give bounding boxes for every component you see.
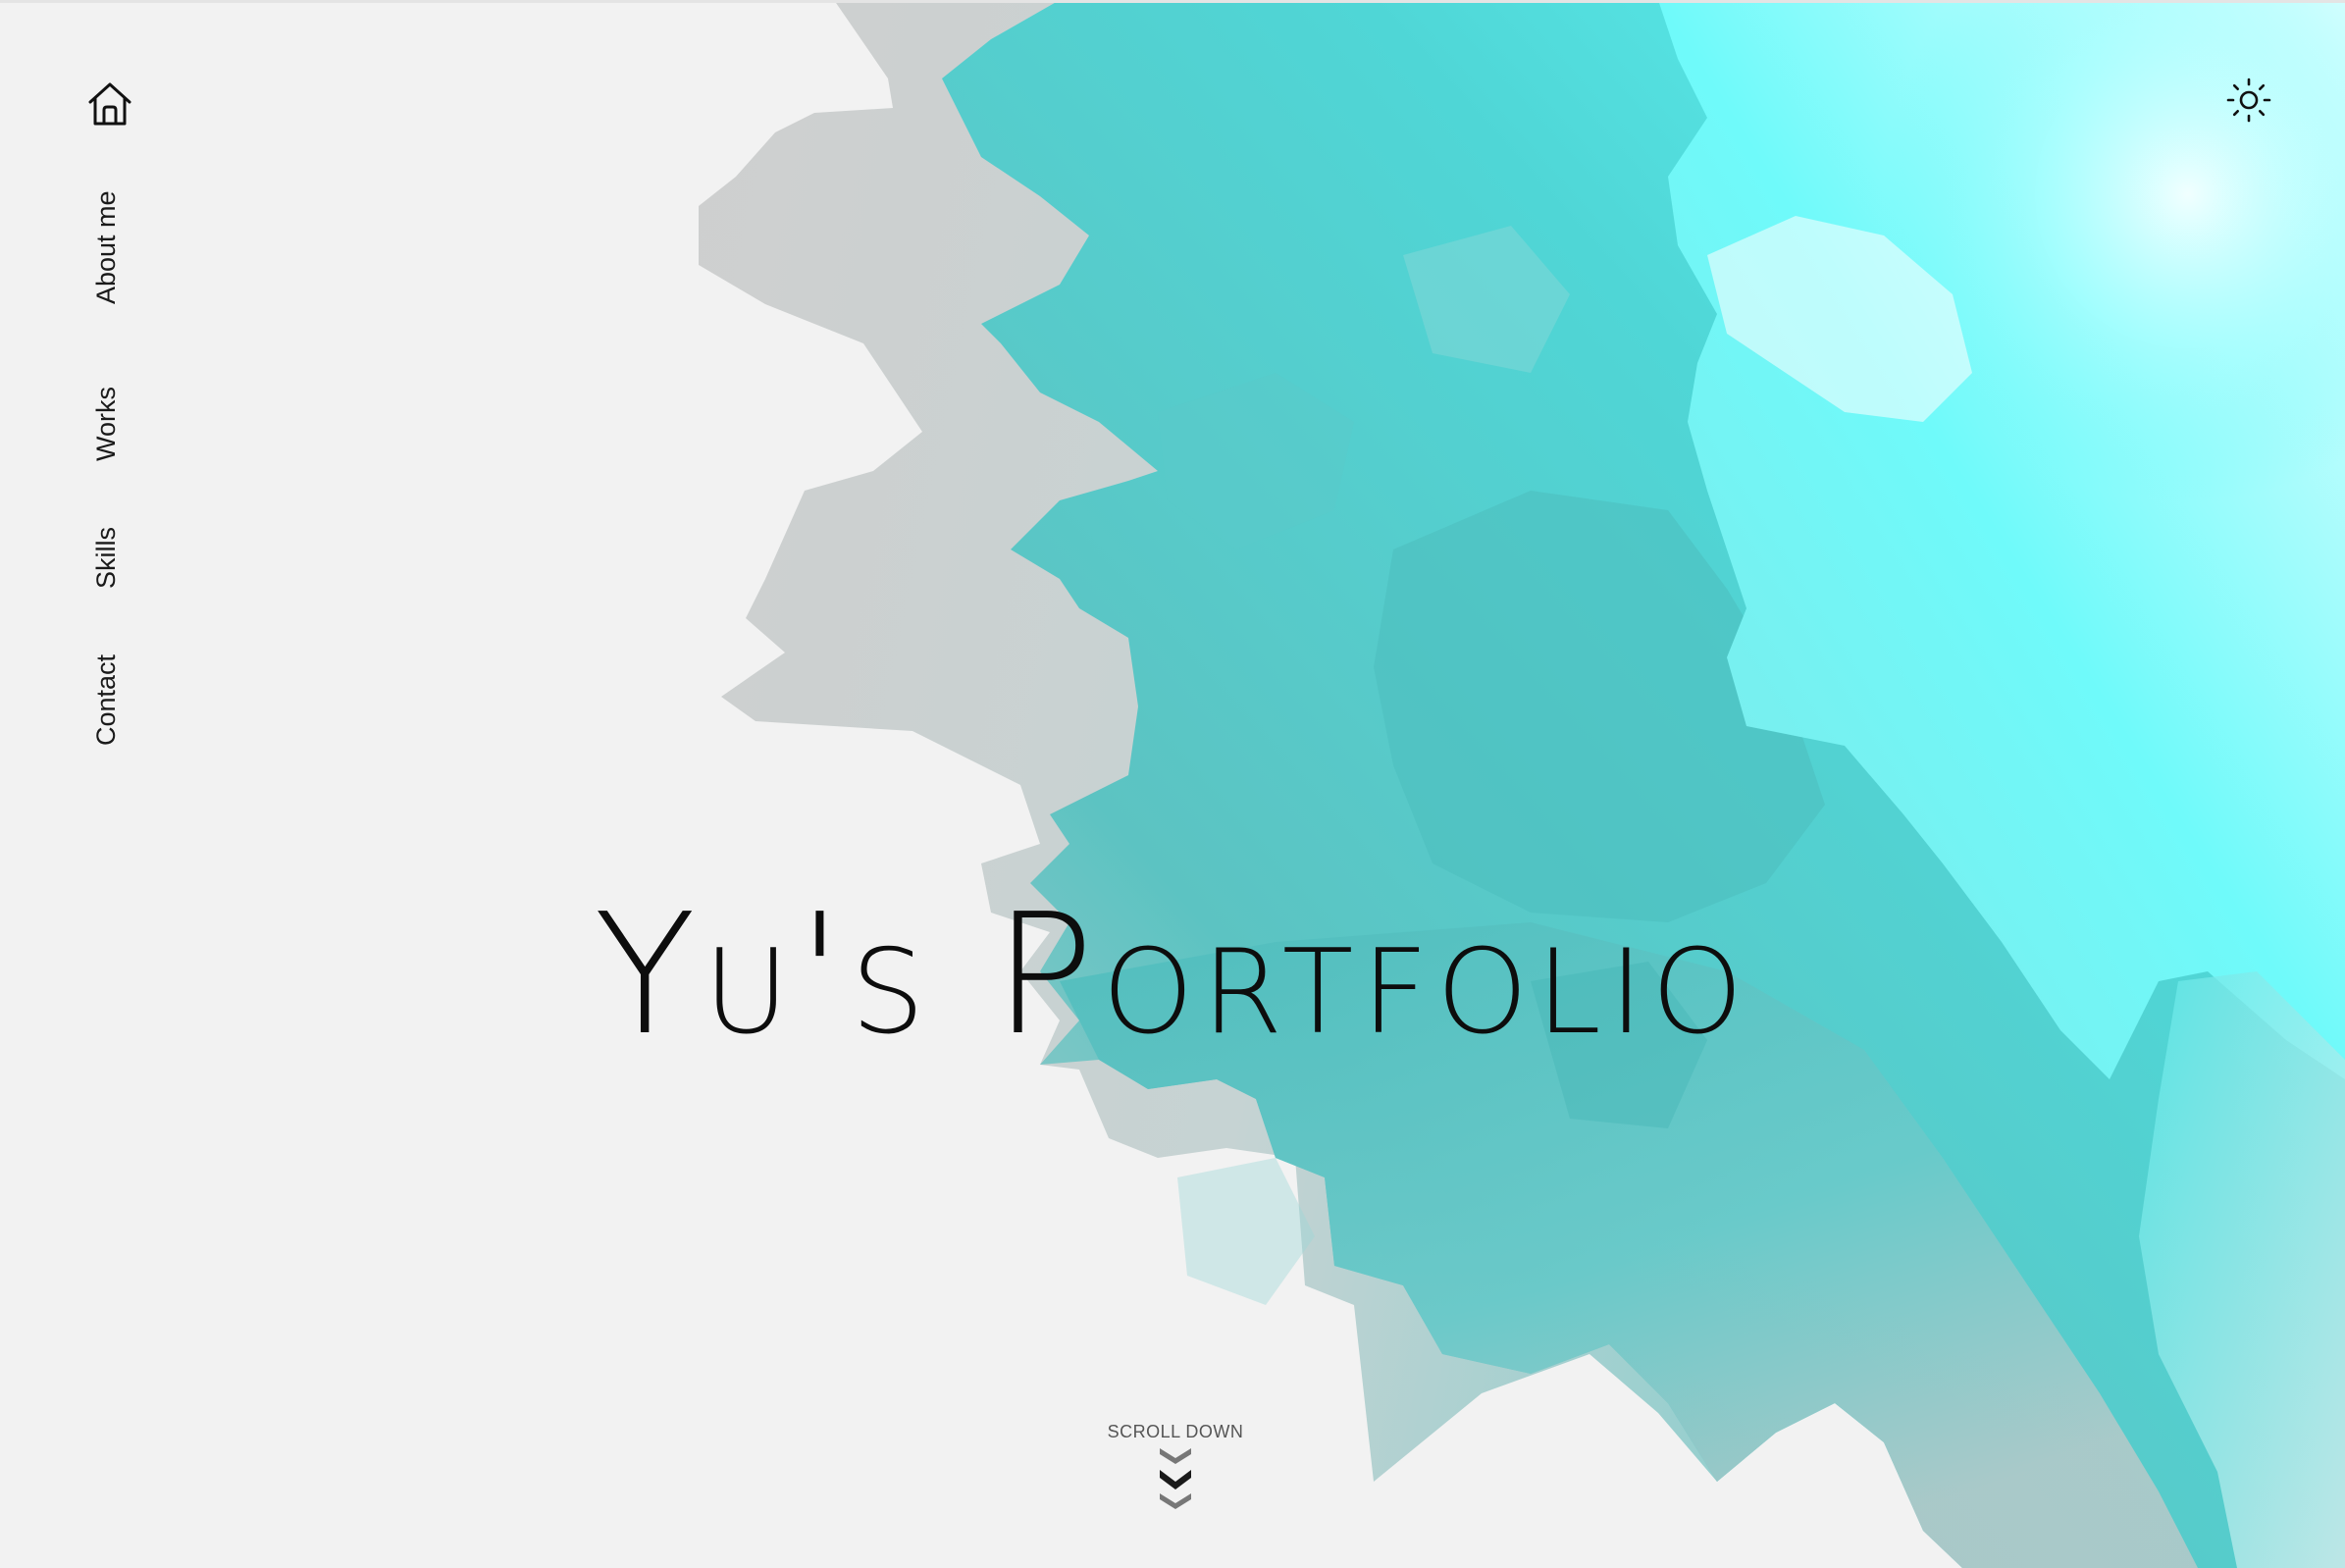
chevrons-down-icon bbox=[1160, 1448, 1191, 1509]
nav-item-contact[interactable]: Contact bbox=[86, 618, 126, 746]
theme-toggle-button[interactable] bbox=[2225, 77, 2272, 124]
home-icon bbox=[88, 82, 131, 126]
nav-item-skills[interactable]: Skills bbox=[86, 493, 126, 589]
scroll-down-label: SCROLL DOWN bbox=[1107, 1422, 1244, 1441]
home-button[interactable] bbox=[82, 77, 137, 131]
nav-item-about-me[interactable]: About me bbox=[86, 167, 126, 304]
nav-item-works[interactable]: Works bbox=[86, 353, 126, 461]
sun-icon bbox=[2226, 78, 2271, 123]
hero-title: Yu's Portfolio bbox=[594, 877, 1751, 1072]
top-border bbox=[0, 0, 2345, 3]
hero-background-art bbox=[699, 0, 2345, 1568]
scroll-down-button[interactable]: SCROLL DOWN bbox=[1077, 1421, 1274, 1513]
